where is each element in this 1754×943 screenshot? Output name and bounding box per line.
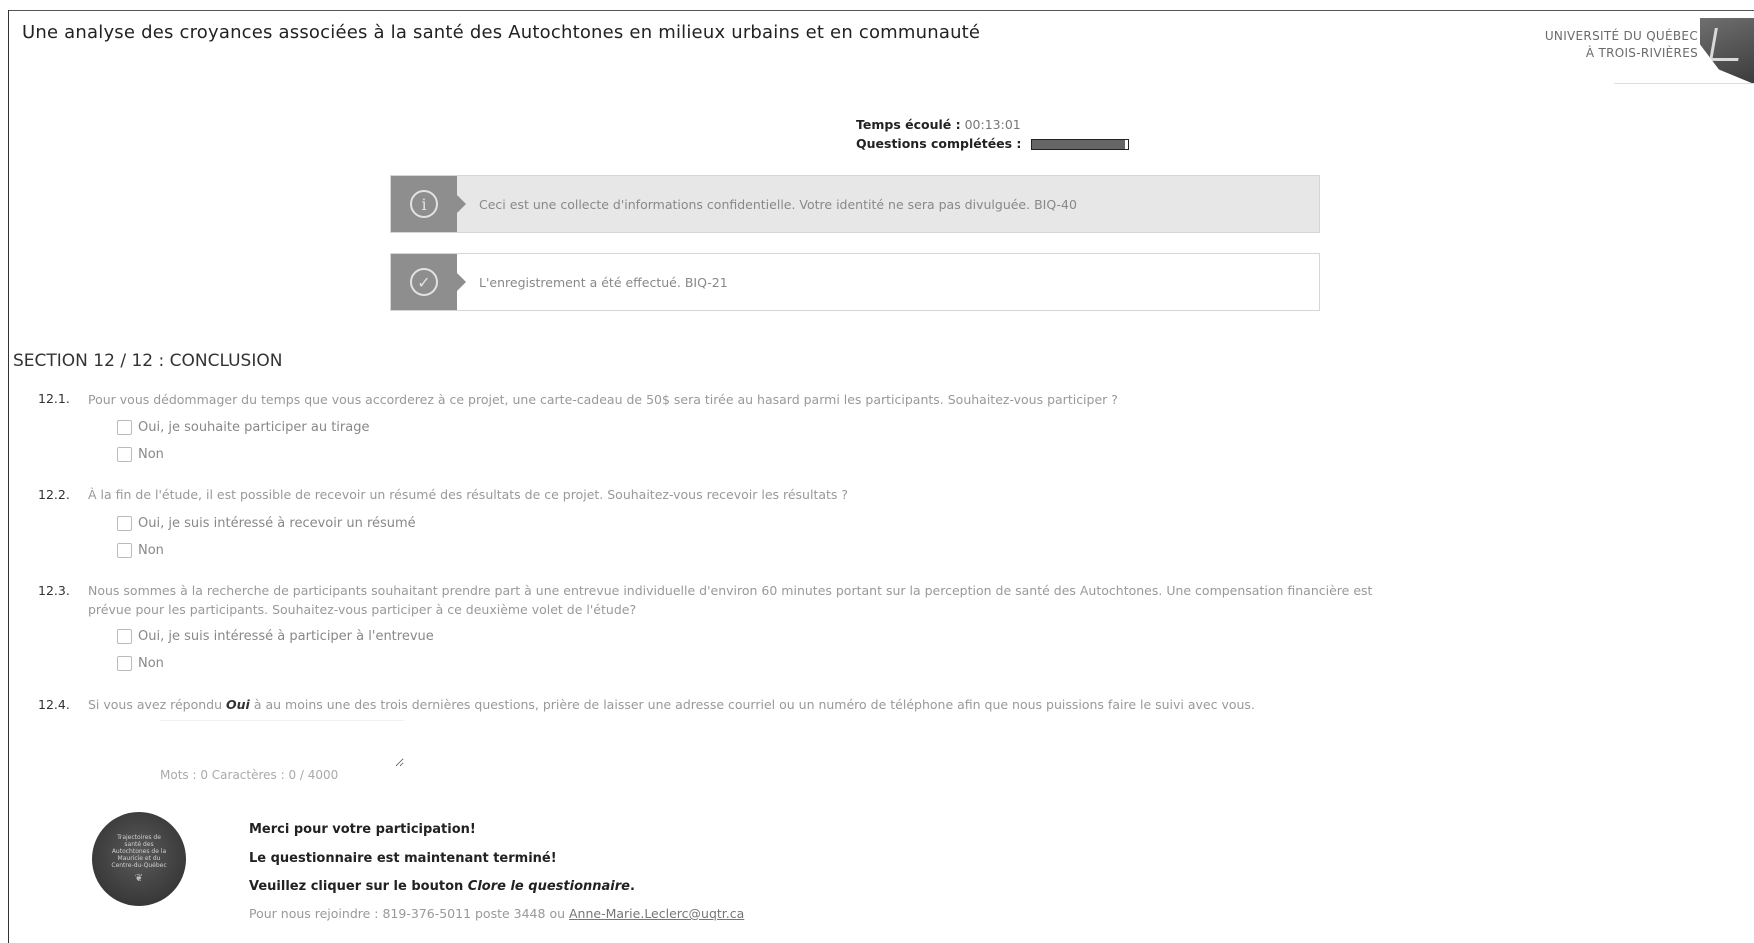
checkbox[interactable] [117, 543, 132, 558]
question-text-part: Si vous avez répondu [88, 697, 223, 712]
checkbox[interactable] [117, 420, 132, 435]
close-instruction: Veuillez cliquer sur le bouton Clore le … [249, 879, 635, 894]
option-label: Oui, je souhaite participer au tirage [138, 420, 370, 435]
leaf-icon: ❦ [134, 873, 144, 884]
question-text: Si vous avez répondu Oui à au moins une … [88, 695, 1378, 714]
question-number: 12.4. [38, 697, 70, 712]
project-logo-badge: Trajectoires de santé des Autochtones de… [92, 812, 186, 906]
character-counter: Mots : 0 Caractères : 0 / 4000 [160, 768, 339, 782]
elapsed-value: 00:13:01 [964, 117, 1021, 132]
contact-info-textarea[interactable] [160, 720, 404, 767]
check-circle-icon: ✓ [410, 268, 438, 296]
question-text: À la fin de l'étude, il est possible de … [88, 487, 849, 502]
checkbox[interactable] [117, 447, 132, 462]
university-logo: UNIVERSITÉ DU QUÉBEC À TROIS-RIVIÈRES [1514, 12, 1754, 90]
thanks-message: Merci pour votre participation! [249, 822, 476, 837]
progress-info: Temps écoulé : 00:13:01 Questions complé… [856, 115, 1130, 153]
question-text-part: à au moins une des trois dernières quest… [253, 697, 1255, 712]
question-number: 12.2. [38, 487, 70, 502]
option-label: Non [138, 543, 164, 558]
logo-line-2: À TROIS-RIVIÈRES [1585, 46, 1698, 60]
instruction-text: Veuillez cliquer sur le bouton [249, 879, 464, 894]
info-icon: i [410, 190, 438, 218]
q12-2-option-yes[interactable]: Oui, je suis intéressé à recevoir un rés… [117, 516, 416, 531]
alert-icon-panel: ✓ [391, 254, 466, 310]
checkbox[interactable] [117, 516, 132, 531]
page-frame-left [8, 10, 9, 943]
section-title: SECTION 12 / 12 : CONCLUSION [13, 351, 283, 371]
question-number: 12.3. [38, 583, 70, 598]
questions-completed: Questions complétées : [856, 134, 1130, 153]
page-title: Une analyse des croyances associées à la… [22, 22, 981, 43]
save-confirmation-message: L'enregistrement a été effectué. BIQ-21 [479, 274, 728, 290]
q12-3-option-yes[interactable]: Oui, je suis intéressé à participer à l'… [117, 629, 434, 644]
completed-label: Questions complétées : [856, 136, 1022, 151]
q12-3-option-no[interactable]: Non [117, 656, 164, 671]
question-number: 12.1. [38, 391, 70, 406]
confidentiality-message: Ceci est une collecte d'informations con… [479, 196, 1077, 212]
uqtr-emblem-icon [1700, 18, 1754, 84]
badge-text: Trajectoires de santé des Autochtones de… [111, 834, 167, 869]
checkbox[interactable] [117, 656, 132, 671]
q12-1-option-yes[interactable]: Oui, je souhaite participer au tirage [117, 420, 369, 435]
option-label: Non [138, 447, 164, 462]
option-label: Non [138, 656, 164, 671]
contact-label: Pour nous rejoindre : 819-376-5011 poste… [249, 906, 566, 921]
completion-progress-fill [1032, 140, 1125, 149]
page-frame-top [8, 10, 1754, 11]
checkbox[interactable] [117, 629, 132, 644]
completion-progress-bar [1031, 139, 1130, 150]
q12-1-option-no[interactable]: Non [117, 447, 164, 462]
instruction-period: . [629, 879, 635, 894]
question-text: Pour vous dédommager du temps que vous a… [88, 392, 1118, 407]
option-label: Oui, je suis intéressé à recevoir un rés… [138, 516, 416, 531]
logo-line-1: UNIVERSITÉ DU QUÉBEC [1544, 29, 1698, 43]
question-text-emphasis: Oui [226, 697, 250, 712]
close-button-reference: Clore le questionnaire [467, 879, 630, 894]
logo-text: UNIVERSITÉ DU QUÉBEC À TROIS-RIVIÈRES [1545, 28, 1698, 62]
logo-divider [1614, 83, 1754, 84]
contact-line: Pour nous rejoindre : 819-376-5011 poste… [249, 906, 744, 921]
question-text: Nous sommes à la recherche de participan… [88, 583, 1373, 617]
alert-icon-panel: i [391, 176, 466, 232]
option-label: Oui, je suis intéressé à participer à l'… [138, 629, 434, 644]
confidentiality-alert: i Ceci est une collecte d'informations c… [390, 175, 1320, 233]
save-confirmation-alert: ✓ L'enregistrement a été effectué. BIQ-2… [390, 253, 1320, 311]
elapsed-label: Temps écoulé : [856, 117, 961, 132]
elapsed-time: Temps écoulé : 00:13:01 [856, 115, 1129, 134]
contact-email-link[interactable]: Anne-Marie.Leclerc@uqtr.ca [569, 906, 744, 921]
completion-message: Le questionnaire est maintenant terminé! [249, 851, 557, 866]
q12-2-option-no[interactable]: Non [117, 543, 164, 558]
